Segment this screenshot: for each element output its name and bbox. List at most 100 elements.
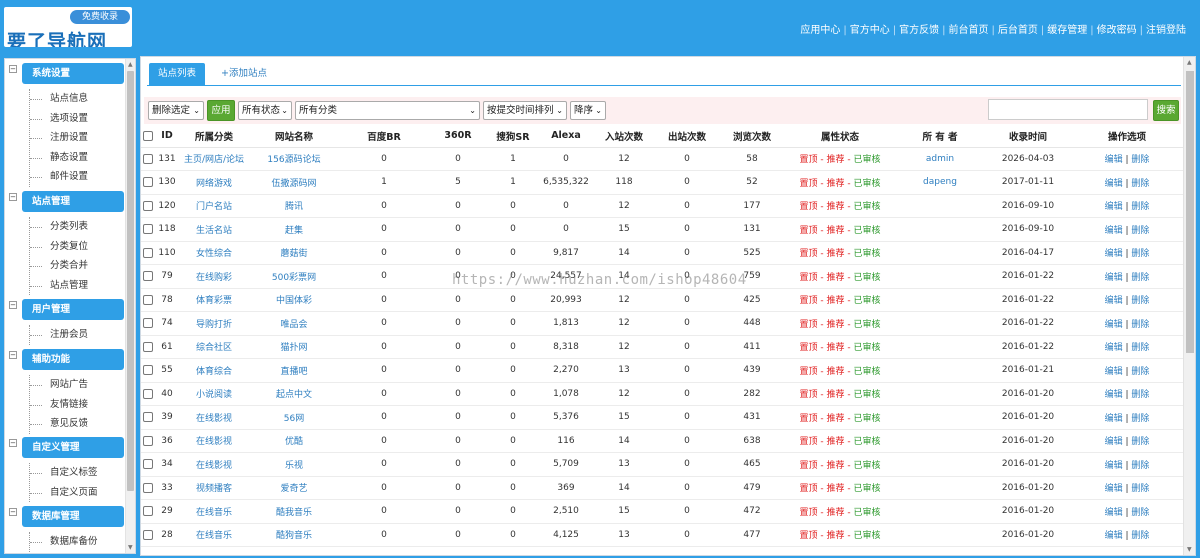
status-approved-link[interactable]: 已审核	[853, 226, 880, 236]
row-checkbox[interactable]	[143, 177, 153, 187]
status-top-link[interactable]: 置顶	[799, 484, 817, 494]
status-recommend-link[interactable]: 推荐	[826, 414, 844, 424]
delete-link[interactable]: 删除	[1131, 484, 1149, 494]
row-checkbox[interactable]	[143, 459, 153, 469]
status-recommend-link[interactable]: 推荐	[826, 437, 844, 447]
delete-link[interactable]: 删除	[1131, 343, 1149, 353]
site-name-link[interactable]: 猫扑网	[280, 343, 307, 353]
sidebar-item-ads[interactable]: 网站广告	[30, 375, 119, 395]
edit-link[interactable]: 编辑	[1105, 273, 1123, 283]
edit-link[interactable]: 编辑	[1105, 226, 1123, 236]
status-recommend-link[interactable]: 推荐	[826, 367, 844, 377]
scrollbar-thumb[interactable]	[127, 71, 134, 491]
status-select[interactable]: 所有状态 ⌄	[238, 101, 292, 120]
topnav-change-password[interactable]: 修改密码	[1097, 25, 1137, 36]
site-name-link[interactable]: 赶集	[285, 226, 303, 236]
category-link[interactable]: 视频播客	[196, 484, 232, 494]
status-approved-link[interactable]: 已审核	[853, 202, 880, 212]
status-approved-link[interactable]: 已审核	[853, 296, 880, 306]
category-link[interactable]: 主页/网店/论坛	[184, 155, 244, 165]
status-recommend-link[interactable]: 推荐	[826, 249, 844, 259]
category-link[interactable]: 在线购彩	[196, 273, 232, 283]
site-name-link[interactable]: 酷我音乐	[276, 508, 312, 518]
status-top-link[interactable]: 置顶	[799, 155, 817, 165]
edit-link[interactable]: 编辑	[1105, 367, 1123, 377]
sidebar-item-feedback[interactable]: 意见反馈	[30, 414, 119, 434]
row-checkbox[interactable]	[143, 318, 153, 328]
row-checkbox[interactable]	[143, 435, 153, 446]
edit-link[interactable]: 编辑	[1105, 531, 1123, 541]
scroll-down-arrow-icon[interactable]: ▼	[128, 544, 133, 551]
row-checkbox[interactable]	[143, 224, 153, 234]
status-approved-link[interactable]: 已审核	[853, 437, 880, 447]
topnav-official-center[interactable]: 官方中心	[850, 25, 890, 36]
site-name-link[interactable]: 乐视	[285, 461, 303, 471]
sidebar-item-options[interactable]: 选项设置	[30, 109, 119, 129]
status-top-link[interactable]: 置顶	[799, 202, 817, 212]
sidebar-group-title[interactable]: 用户管理	[22, 299, 124, 320]
status-recommend-link[interactable]: 推荐	[826, 202, 844, 212]
edit-link[interactable]: 编辑	[1105, 320, 1123, 330]
sidebar-group-title[interactable]: 自定义管理	[22, 437, 124, 458]
status-recommend-link[interactable]: 推荐	[826, 179, 844, 189]
sidebar-group-title[interactable]: 辅助功能	[22, 349, 124, 370]
edit-link[interactable]: 编辑	[1105, 437, 1123, 447]
category-link[interactable]: 生活名站	[196, 226, 232, 236]
order-select[interactable]: 降序 ⌄	[570, 101, 606, 120]
delete-link[interactable]: 删除	[1131, 296, 1149, 306]
collapse-toggle-icon[interactable]: −	[9, 193, 17, 201]
row-checkbox[interactable]	[143, 294, 153, 305]
scroll-up-arrow-icon[interactable]: ▲	[1187, 59, 1192, 66]
status-approved-link[interactable]: 已审核	[853, 249, 880, 259]
status-recommend-link[interactable]: 推荐	[826, 296, 844, 306]
delete-link[interactable]: 删除	[1131, 437, 1149, 447]
status-approved-link[interactable]: 已审核	[853, 390, 880, 400]
delete-link[interactable]: 删除	[1131, 226, 1149, 236]
site-name-link[interactable]: 酷狗音乐	[276, 531, 312, 541]
search-button[interactable]: 搜索	[1153, 100, 1179, 121]
sidebar-scrollbar[interactable]: ▲ ▼	[125, 59, 135, 553]
site-name-link[interactable]: 腾讯	[285, 202, 303, 212]
site-name-link[interactable]: 56网	[284, 414, 304, 424]
status-top-link[interactable]: 置顶	[799, 249, 817, 259]
edit-link[interactable]: 编辑	[1105, 296, 1123, 306]
collapse-toggle-icon[interactable]: −	[9, 65, 17, 73]
sidebar-item-site-manage[interactable]: 站点管理	[30, 276, 119, 296]
category-link[interactable]: 在线影视	[196, 414, 232, 424]
site-name-link[interactable]: 伍撒源码网	[271, 179, 316, 189]
status-recommend-link[interactable]: 推荐	[826, 155, 844, 165]
scroll-down-arrow-icon[interactable]: ▼	[1187, 546, 1192, 553]
sidebar-item-site-info[interactable]: 站点信息	[30, 89, 119, 109]
status-top-link[interactable]: 置顶	[799, 508, 817, 518]
category-link[interactable]: 在线音乐	[196, 508, 232, 518]
category-link[interactable]: 网络游戏	[196, 179, 232, 189]
sidebar-group-title[interactable]: 系统设置	[22, 63, 124, 84]
owner-link[interactable]: dapeng	[923, 177, 957, 187]
edit-link[interactable]: 编辑	[1105, 202, 1123, 212]
owner-link[interactable]: admin	[926, 154, 954, 164]
site-name-link[interactable]: 起点中文	[276, 390, 312, 400]
status-approved-link[interactable]: 已审核	[853, 155, 880, 165]
site-logo[interactable]: 免费收录 要了导航网	[4, 7, 132, 47]
collapse-toggle-icon[interactable]: −	[9, 439, 17, 447]
sort-select[interactable]: 按提交时间排列 ⌄	[483, 101, 567, 120]
sidebar-item-members[interactable]: 注册会员	[30, 325, 119, 345]
status-top-link[interactable]: 置顶	[799, 320, 817, 330]
topnav-logout[interactable]: 注销登陆	[1146, 25, 1186, 36]
sidebar-item-category-reset[interactable]: 分类复位	[30, 237, 119, 257]
row-checkbox[interactable]	[143, 247, 153, 258]
site-name-link[interactable]: 蘑菇街	[280, 249, 307, 259]
topnav-official-feedback[interactable]: 官方反馈	[899, 25, 939, 36]
topnav-app-center[interactable]: 应用中心	[800, 25, 840, 36]
col-header-id[interactable]: ID	[155, 125, 179, 148]
sidebar-item-static-settings[interactable]: 静态设置	[30, 148, 119, 168]
col-header-baidu-br[interactable]: 百度BR	[339, 125, 429, 148]
topnav-cache-manage[interactable]: 缓存管理	[1047, 25, 1087, 36]
status-top-link[interactable]: 置顶	[799, 343, 817, 353]
edit-link[interactable]: 编辑	[1105, 508, 1123, 518]
apply-button[interactable]: 应用	[207, 100, 235, 121]
status-top-link[interactable]: 置顶	[799, 390, 817, 400]
delete-link[interactable]: 删除	[1131, 531, 1149, 541]
edit-link[interactable]: 编辑	[1105, 484, 1123, 494]
sidebar-item-category-list[interactable]: 分类列表	[30, 217, 119, 237]
